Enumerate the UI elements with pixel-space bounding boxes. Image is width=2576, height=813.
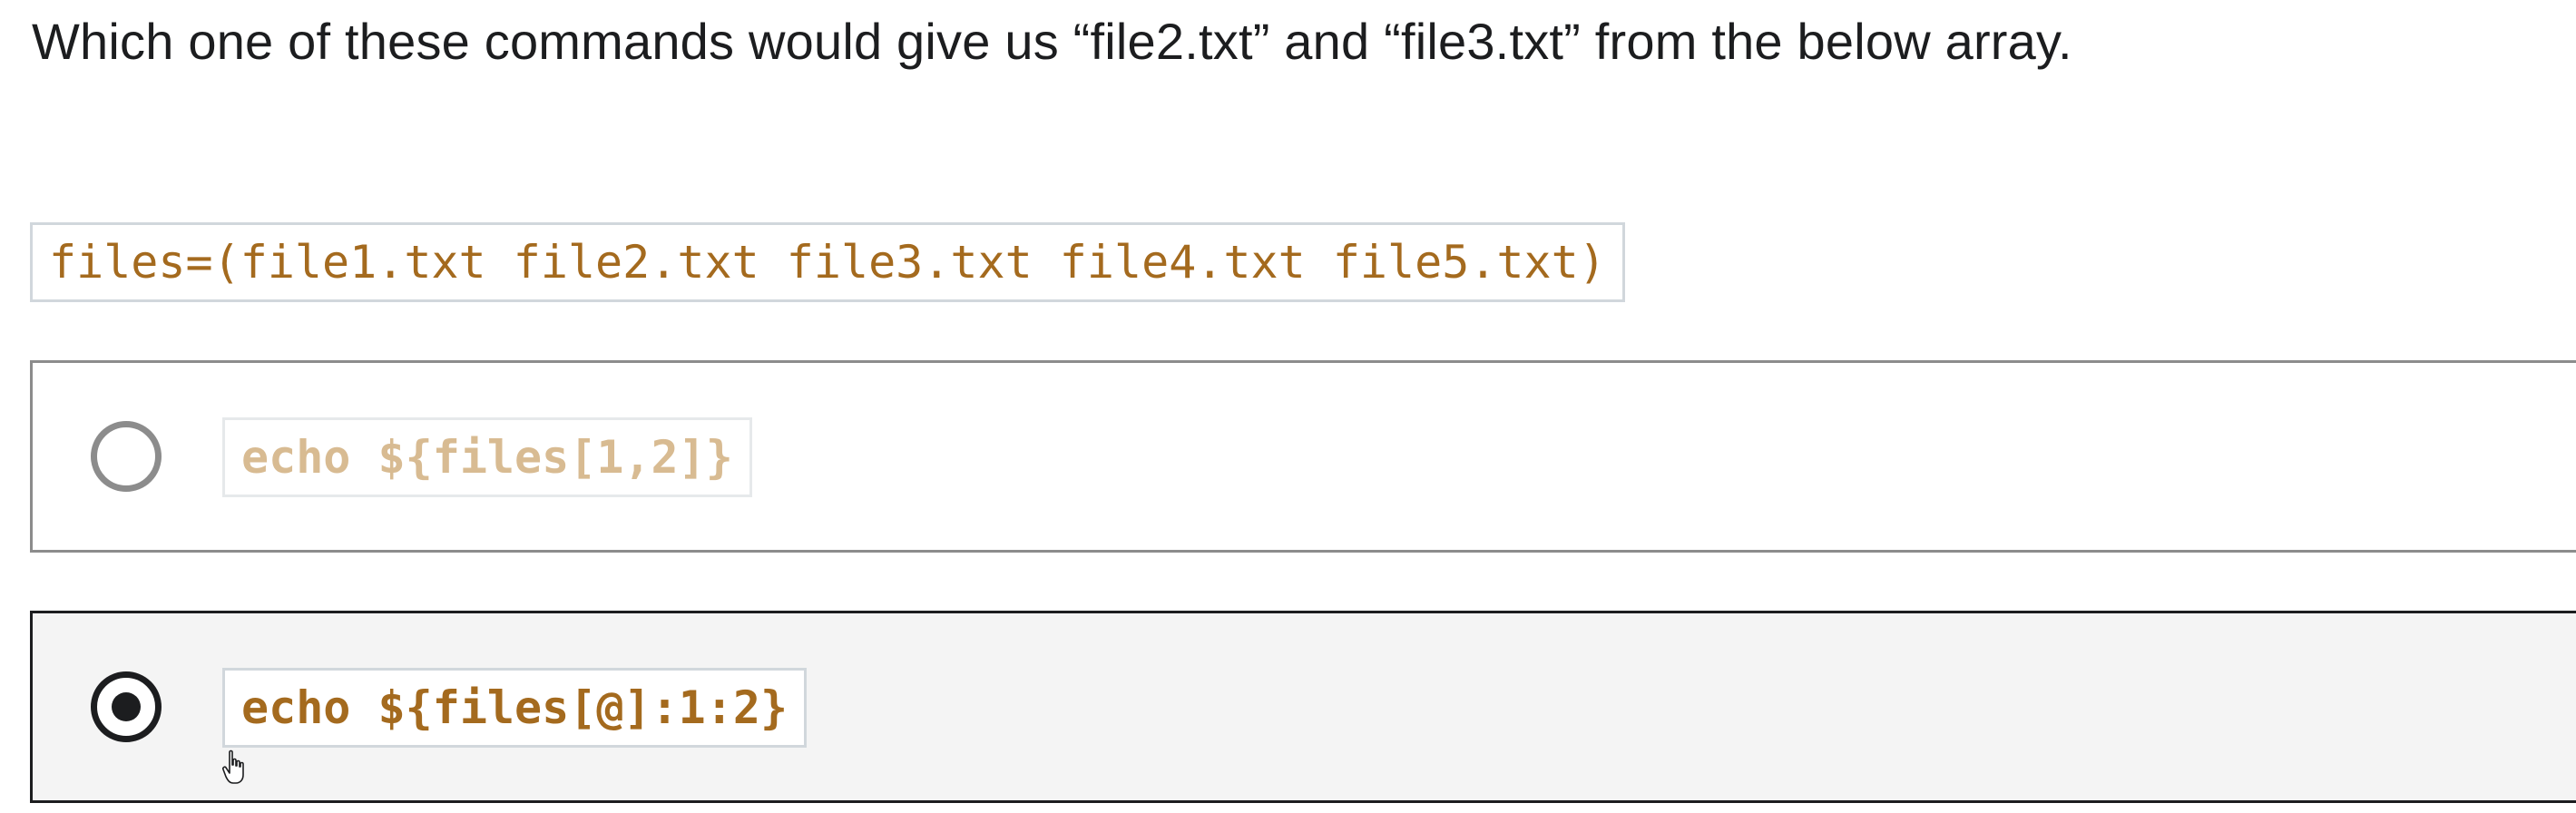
radio-selected-dot (112, 692, 141, 721)
radio-button-selected[interactable] (91, 671, 162, 742)
code-snippet: files=(file1.txt file2.txt file3.txt fil… (30, 222, 1625, 302)
answer-option-1[interactable]: echo ${files[1,2]} (30, 360, 2576, 553)
answer-option-label: echo ${files[@]:1:2} (222, 668, 808, 748)
question-text: Which one of these commands would give u… (32, 13, 2072, 70)
answer-option-2[interactable]: echo ${files[@]:1:2} (30, 611, 2576, 803)
answer-option-label: echo ${files[1,2]} (222, 417, 752, 497)
radio-button-unselected[interactable] (91, 421, 162, 492)
hand-pointer-icon (221, 749, 249, 786)
